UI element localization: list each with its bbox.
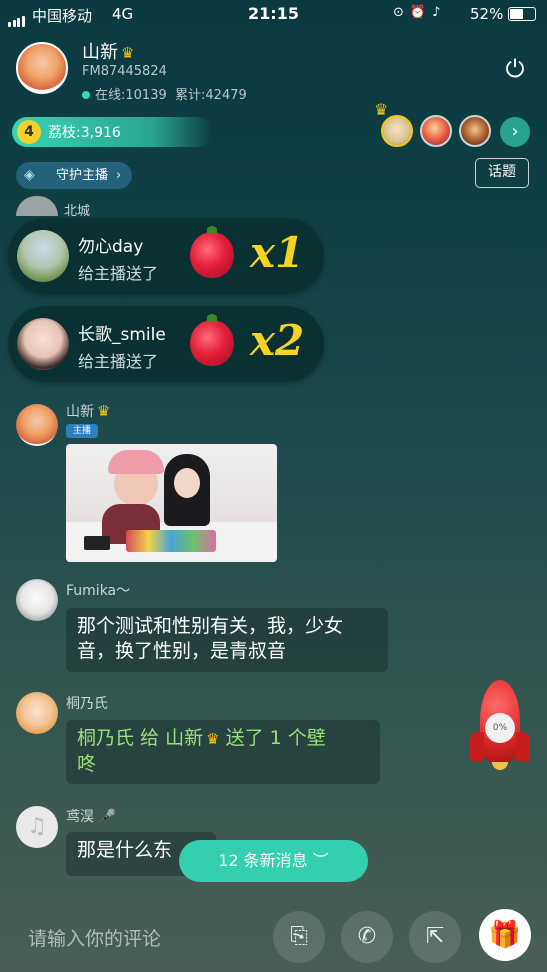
top-fan-avatar[interactable] — [381, 115, 413, 147]
gift-icon[interactable]: 🎁 — [479, 909, 531, 961]
message-line: 那个测试和性别有关，我，少女 — [77, 615, 344, 637]
level-badge: 4 — [17, 120, 41, 144]
username-text: 鸢淏 — [66, 809, 94, 825]
gift-sender: 勿心day — [78, 237, 144, 257]
headphones-icon: ♫ — [27, 814, 47, 839]
fan-avatar[interactable] — [420, 115, 452, 147]
gift-count: x1 — [250, 228, 305, 277]
online-dot-icon — [82, 91, 90, 99]
gift-banner: 长歌_smile 给主播送了 x2 — [8, 306, 324, 382]
new-messages-button[interactable]: 12 条新消息 ︶ — [179, 840, 368, 882]
total-count: 累计:42479 — [175, 88, 247, 103]
status-icons: ⊙⏰♪ — [393, 5, 447, 20]
avatar[interactable] — [16, 579, 58, 621]
crown-icon: ♛ — [206, 730, 220, 748]
guard-host-label: 守护主播 — [56, 168, 109, 183]
crown-icon: ♛ — [97, 402, 111, 420]
live-room-screen: 中国移动 4G 21:15 ⊙⏰♪ 52% 山新 ♛ FM87445824 在线:… — [0, 0, 547, 972]
crown-icon: ♛ — [374, 100, 389, 119]
avatar[interactable] — [16, 404, 58, 446]
avatar — [16, 196, 58, 216]
phone-icon[interactable]: ✆ — [341, 911, 393, 963]
message-line: 咚 — [77, 753, 97, 775]
lychee-count: 荔枝:3,916 — [48, 125, 121, 141]
battery-icon — [508, 7, 536, 21]
chat-username: 山新 ♛ — [66, 401, 110, 421]
gift-text: 给主播送了 — [78, 264, 159, 283]
online-count: 在线:10139 — [95, 88, 167, 103]
host-avatar[interactable] — [16, 42, 68, 94]
share-icon[interactable]: ⇱ — [409, 911, 461, 963]
host-name[interactable]: 山新 ♛ — [82, 38, 134, 64]
comment-input[interactable]: 请输入你的评论 — [28, 924, 161, 951]
chat-bubble: 那个测试和性别有关，我，少女 音，换了性别，是青叔音 — [66, 608, 388, 672]
rocket-flame-shape — [492, 762, 508, 770]
new-messages-label: 12 条新消息 — [218, 851, 308, 870]
pink-hat-shape — [108, 450, 164, 474]
diamond-icon: ◈ — [24, 167, 35, 183]
guard-host-button[interactable]: ◈ 守护主播 › — [16, 162, 132, 189]
host-name-text: 山新 — [82, 42, 118, 63]
lychee-gift-icon — [190, 226, 234, 278]
message-line: 桐乃氏 给 山新 ♛ 送了 1 个壁 — [77, 726, 369, 752]
message-line: 音，换了性别，是青叔音 — [77, 640, 287, 662]
online-stats: 在线:10139 累计:42479 — [82, 84, 247, 103]
rocket-fin-shape — [516, 732, 530, 762]
person-shape — [174, 468, 200, 498]
chevron-right-icon: › — [116, 168, 122, 183]
avatar[interactable] — [16, 692, 58, 734]
gift-banner: 勿心day 给主播送了 x1 — [8, 218, 324, 294]
host-fm-id: FM87445824 — [82, 64, 167, 79]
topic-button[interactable]: 话题 — [475, 158, 529, 188]
gift-count: x2 — [250, 316, 305, 365]
clock: 21:15 — [248, 4, 299, 23]
avatar — [17, 230, 69, 282]
crown-icon: ♛ — [121, 44, 135, 62]
chat-username: 鸢淏 🎤 — [66, 806, 116, 826]
fan-avatar[interactable] — [459, 115, 491, 147]
host-badge: 主播 — [66, 424, 98, 438]
chat-username: Fumika～ — [66, 583, 131, 599]
microphone-icon: 🎤 — [98, 809, 116, 825]
rocket-icon[interactable]: 0% — [470, 680, 530, 772]
gift-text: 送了 1 个壁 — [219, 727, 326, 749]
lychee-gift-icon — [190, 314, 234, 366]
rocket-progress: 0% — [485, 713, 515, 743]
message-bottle-icon[interactable]: ⎘ — [273, 911, 325, 963]
chevron-down-icon: ︶ — [312, 851, 329, 870]
avatar — [17, 318, 69, 370]
battery-label: 52% — [470, 5, 504, 23]
gift-message-bubble: 桐乃氏 给 山新 ♛ 送了 1 个壁 咚 — [66, 720, 380, 784]
snacks-shape — [126, 530, 216, 552]
status-bar: 中国移动 4G 21:15 ⊙⏰♪ 52% — [0, 0, 547, 28]
power-icon[interactable]: ⏻ — [502, 56, 528, 82]
chat-username: 桐乃氏 — [66, 696, 108, 712]
chevron-right-icon[interactable]: › — [500, 117, 530, 147]
username-text: 山新 — [66, 404, 94, 420]
username: 北城 — [64, 204, 91, 219]
gift-sender: 长歌_smile — [78, 325, 166, 345]
rocket-fin-shape — [470, 732, 484, 762]
avatar[interactable]: ♫ — [16, 806, 58, 848]
chat-photo[interactable] — [66, 444, 277, 562]
gift-text: 桐乃氏 给 山新 — [77, 727, 204, 749]
gift-text: 给主播送了 — [78, 352, 159, 371]
phone-shape — [84, 536, 110, 550]
